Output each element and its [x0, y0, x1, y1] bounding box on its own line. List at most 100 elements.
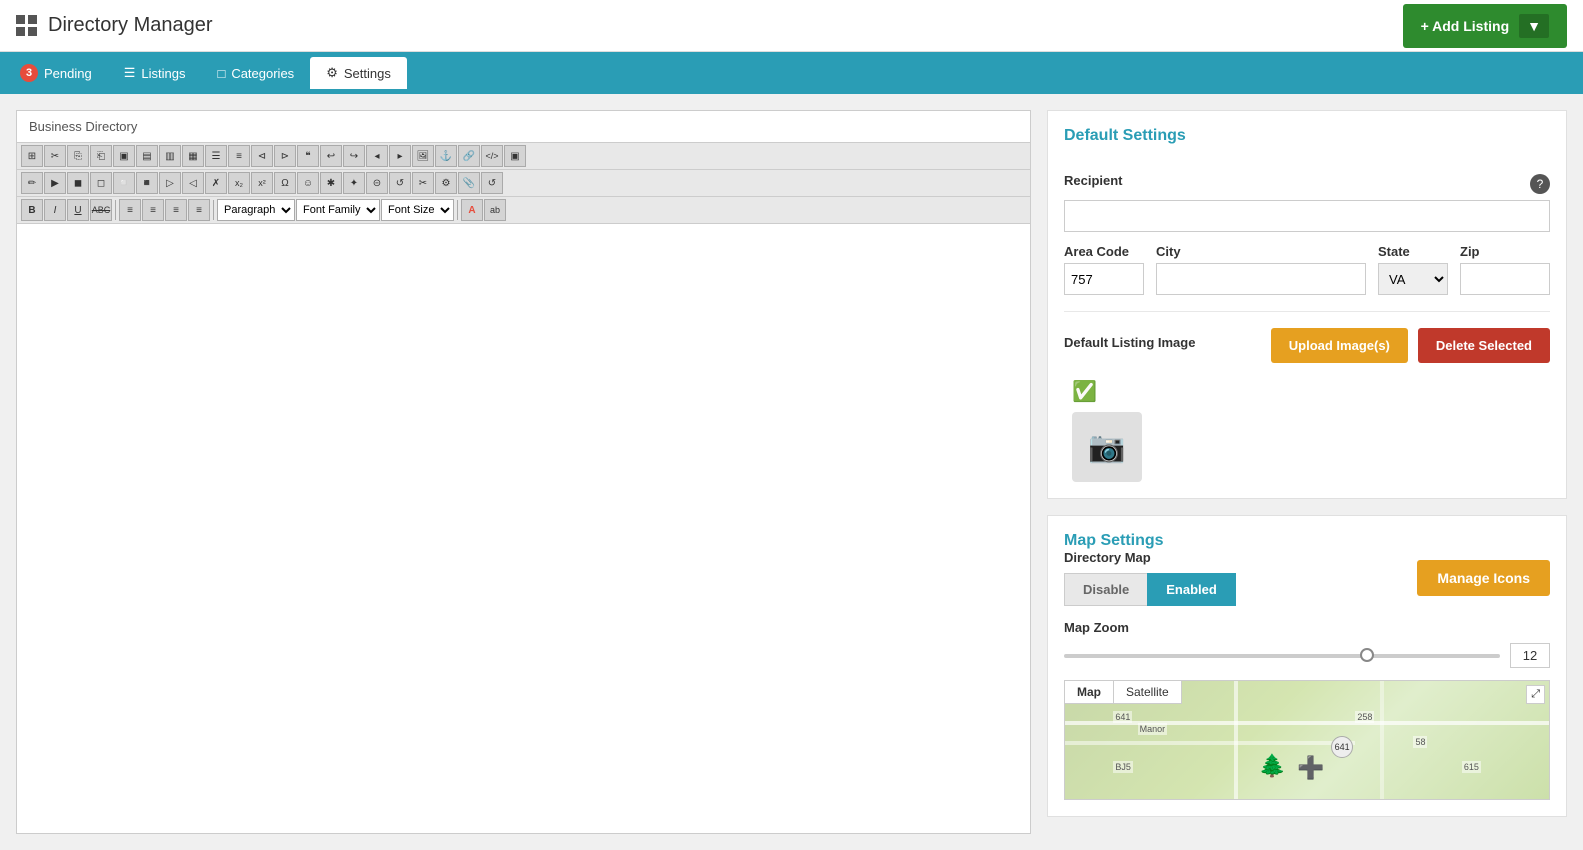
delete-selected-button[interactable]: Delete Selected: [1418, 328, 1550, 363]
tb2-sup[interactable]: x²: [251, 172, 273, 194]
tb2-pin[interactable]: 📎: [458, 172, 480, 194]
road-v2: [1380, 681, 1384, 799]
map-zoom-label: Map Zoom: [1064, 620, 1550, 635]
state-select[interactable]: VA AL AK: [1378, 263, 1448, 295]
map-tab-map[interactable]: Map: [1065, 681, 1114, 703]
app-title: Directory Manager: [48, 14, 213, 37]
zoom-slider[interactable]: [1064, 654, 1500, 658]
map-tab-satellite[interactable]: Satellite: [1114, 681, 1182, 703]
format-select[interactable]: Paragraph: [217, 199, 295, 221]
tb-b2[interactable]: ▤: [136, 145, 158, 167]
address-fields-row: Area Code 757 City State VA AL AK Zip: [1064, 244, 1550, 295]
tb2-emoji[interactable]: ☺: [297, 172, 319, 194]
settings-icon: ⚙: [326, 65, 338, 81]
tb2-b8[interactable]: ✦: [343, 172, 365, 194]
font-family-select[interactable]: Font Family: [296, 199, 380, 221]
city-label: City: [1156, 244, 1366, 259]
tb3-align-center[interactable]: ≡: [142, 199, 164, 221]
tb-undo[interactable]: ↩: [320, 145, 342, 167]
add-listing-button[interactable]: + Add Listing ▼: [1403, 4, 1567, 48]
area-code-input[interactable]: 757: [1064, 263, 1144, 295]
tb-b1[interactable]: ▣: [113, 145, 135, 167]
add-listing-label: + Add Listing: [1421, 18, 1510, 34]
tb-redo[interactable]: ↪: [343, 145, 365, 167]
pending-badge: 3: [20, 64, 38, 82]
editor-panel: Business Directory ⊞ ✂ ⎘ ⎗ ▣ ▤ ▥ ▦ ☰ ≡ ⊲…: [16, 110, 1031, 834]
logo-cell: [16, 27, 25, 36]
manage-icons-button[interactable]: Manage Icons: [1417, 560, 1550, 596]
tb2-refresh[interactable]: ↺: [389, 172, 411, 194]
tb-anchor[interactable]: ⚓: [435, 145, 457, 167]
tb-b6[interactable]: ≡: [228, 145, 250, 167]
tb2-b7[interactable]: ◁: [182, 172, 204, 194]
tb3-highlight[interactable]: ab: [484, 199, 506, 221]
tb-fullscreen[interactable]: ▣: [504, 145, 526, 167]
tb3-underline[interactable]: U: [67, 199, 89, 221]
tab-settings[interactable]: ⚙ Settings: [310, 57, 407, 89]
tb-save[interactable]: ⊞: [21, 145, 43, 167]
enabled-toggle[interactable]: Enabled: [1147, 573, 1236, 606]
tb3-bold[interactable]: B: [21, 199, 43, 221]
tb2-b2[interactable]: ◼: [67, 172, 89, 194]
area-code-group: Area Code 757: [1064, 244, 1144, 295]
tb2-b3[interactable]: ◻: [90, 172, 112, 194]
tb2-b9[interactable]: ⊝: [366, 172, 388, 194]
tb-link[interactable]: 🔗: [458, 145, 480, 167]
separator: [115, 200, 116, 220]
tb2-strike[interactable]: ✗: [205, 172, 227, 194]
editor-body[interactable]: [17, 224, 1030, 724]
map-directory-row: Directory Map Disable Enabled Manage Ico…: [1064, 550, 1550, 606]
tb3-font-color[interactable]: A: [461, 199, 483, 221]
font-size-select[interactable]: Font Size: [381, 199, 454, 221]
tb-blockquote[interactable]: ❝: [297, 145, 319, 167]
tb-b3[interactable]: ▥: [159, 145, 181, 167]
tb3-align-left[interactable]: ≡: [119, 199, 141, 221]
tb2-gear[interactable]: ⚙: [435, 172, 457, 194]
tb-b4[interactable]: ▦: [182, 145, 204, 167]
tb3-align-justify[interactable]: ≡: [188, 199, 210, 221]
tb-b10[interactable]: ▸: [389, 145, 411, 167]
tab-categories[interactable]: □ Categories: [201, 58, 310, 89]
city-input[interactable]: [1156, 263, 1366, 295]
tb3-strike2[interactable]: ABC: [90, 199, 112, 221]
tb3-align-right[interactable]: ≡: [165, 199, 187, 221]
tb-b8[interactable]: ⊳: [274, 145, 296, 167]
tb2-b1[interactable]: ▶: [44, 172, 66, 194]
tb2-b4[interactable]: ◽: [113, 172, 135, 194]
recipient-input[interactable]: [1064, 200, 1550, 232]
tab-settings-label: Settings: [344, 66, 391, 81]
tb2-sub[interactable]: x₂: [228, 172, 250, 194]
logo-cell: [28, 15, 37, 24]
zoom-handle[interactable]: [1360, 648, 1374, 662]
tb2-b6[interactable]: ▷: [159, 172, 181, 194]
directory-map-label: Directory Map: [1064, 550, 1236, 565]
tb2-b5[interactable]: ◾: [136, 172, 158, 194]
tab-pending[interactable]: 3 Pending: [4, 56, 108, 90]
tb-html[interactable]: </>: [481, 145, 503, 167]
image-section: Default Listing Image Upload Image(s) De…: [1064, 311, 1550, 482]
disable-toggle[interactable]: Disable: [1064, 573, 1147, 606]
tb-b7[interactable]: ⊲: [251, 145, 273, 167]
tb2-scissors[interactable]: ✂: [412, 172, 434, 194]
nav-tabs: 3 Pending ☰ Listings □ Categories ⚙ Sett…: [0, 52, 1583, 94]
tb-paste[interactable]: ⎗: [90, 145, 112, 167]
zip-input[interactable]: [1460, 263, 1550, 295]
help-icon[interactable]: ?: [1530, 174, 1550, 194]
tb-b9[interactable]: ◂: [366, 145, 388, 167]
tab-listings[interactable]: ☰ Listings: [108, 57, 202, 89]
map-expand-button[interactable]: ⤢: [1526, 685, 1545, 704]
tb2-asterisk[interactable]: ✱: [320, 172, 342, 194]
tb-b5[interactable]: ☰: [205, 145, 227, 167]
tb2-omega[interactable]: Ω: [274, 172, 296, 194]
tb-copy[interactable]: ⎘: [67, 145, 89, 167]
tb-image[interactable]: 🖼: [412, 145, 434, 167]
header-left: Directory Manager: [16, 14, 213, 37]
upload-images-button[interactable]: Upload Image(s): [1271, 328, 1408, 363]
tb3-italic[interactable]: I: [44, 199, 66, 221]
toggle-group: Disable Enabled: [1064, 573, 1236, 606]
tb2-edit[interactable]: ✏: [21, 172, 43, 194]
recipient-label: Recipient: [1064, 173, 1123, 188]
map-preview-inner: Map Satellite 641 258 58 615 BJ5 🌲: [1065, 681, 1549, 799]
tb-cut[interactable]: ✂: [44, 145, 66, 167]
tb2-b10[interactable]: ↺: [481, 172, 503, 194]
